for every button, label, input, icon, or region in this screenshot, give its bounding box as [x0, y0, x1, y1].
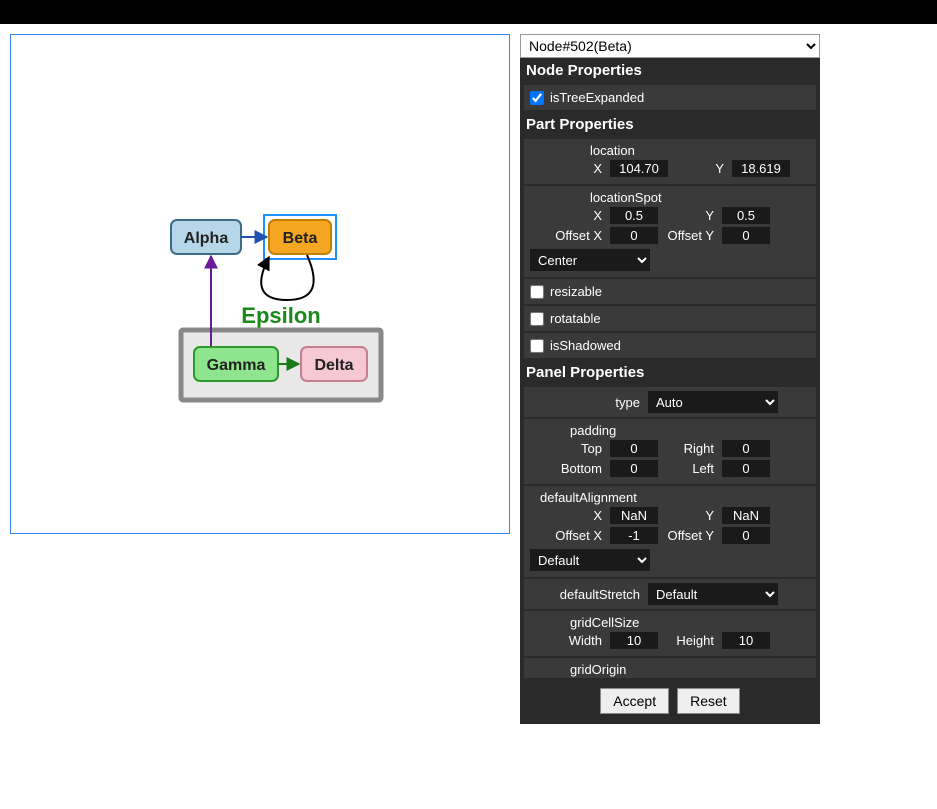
input-defalign-ox[interactable] — [610, 527, 658, 544]
checkbox-resizable[interactable] — [530, 285, 544, 299]
select-locspot-preset[interactable]: Center — [530, 249, 650, 271]
prop-locationSpot: locationSpot X Y Offset X Offset Y Cente… — [524, 186, 816, 277]
select-defaultStretch[interactable]: Default — [648, 583, 778, 605]
diagram-svg: Epsilon Alpha Beta Gamma Delta — [11, 35, 509, 533]
prop-panel-type: type Auto — [524, 387, 816, 417]
input-pad-right[interactable] — [722, 440, 770, 457]
prop-resizable[interactable]: resizable — [524, 279, 816, 304]
node-beta[interactable]: Beta — [264, 215, 336, 259]
select-defalign-preset[interactable]: Default — [530, 549, 650, 571]
button-bar: Accept Reset — [520, 678, 820, 724]
accept-button[interactable]: Accept — [600, 688, 669, 714]
inspector-scroll[interactable]: Node Properties isTreeExpanded Part Prop… — [520, 58, 820, 678]
prop-padding: padding Top Right Bottom Left — [524, 419, 816, 484]
select-panel-type[interactable]: Auto — [648, 391, 778, 413]
prop-defaultAlignment: defaultAlignment X Y Offset X Offset Y D… — [524, 486, 816, 577]
section-part-properties: Part Properties — [520, 112, 820, 137]
input-pad-bottom[interactable] — [610, 460, 658, 477]
node-delta[interactable]: Delta — [301, 347, 367, 381]
top-bar — [0, 0, 937, 24]
prop-isTreeExpanded[interactable]: isTreeExpanded — [524, 85, 816, 110]
input-gridcell-h[interactable] — [722, 632, 770, 649]
section-node-properties: Node Properties — [520, 58, 820, 83]
inspector-panel: Node#502(Beta) Node Properties isTreeExp… — [520, 34, 820, 724]
node-alpha[interactable]: Alpha — [171, 220, 241, 254]
input-defalign-y[interactable] — [722, 507, 770, 524]
node-selector[interactable]: Node#502(Beta) — [520, 34, 820, 58]
group-epsilon-label: Epsilon — [241, 303, 320, 328]
diagram-canvas[interactable]: Epsilon Alpha Beta Gamma Delta — [10, 34, 510, 534]
label-isTreeExpanded: isTreeExpanded — [550, 90, 644, 105]
input-locspot-oy[interactable] — [722, 227, 770, 244]
node-beta-label: Beta — [283, 230, 318, 247]
node-alpha-label: Alpha — [184, 230, 229, 247]
input-gridcell-w[interactable] — [610, 632, 658, 649]
prop-defaultStretch: defaultStretch Default — [524, 579, 816, 609]
label-locationSpot: locationSpot — [590, 190, 810, 205]
input-location-x[interactable] — [610, 160, 668, 177]
prop-rotatable[interactable]: rotatable — [524, 306, 816, 331]
link-beta-self[interactable] — [261, 255, 313, 300]
prop-gridCellSize: gridCellSize Width Height — [524, 611, 816, 656]
input-locspot-y[interactable] — [722, 207, 770, 224]
node-delta-label: Delta — [314, 357, 353, 374]
input-defalign-x[interactable] — [610, 507, 658, 524]
checkbox-isTreeExpanded[interactable] — [530, 91, 544, 105]
reset-button[interactable]: Reset — [677, 688, 740, 714]
node-gamma-label: Gamma — [207, 357, 266, 374]
input-defalign-oy[interactable] — [722, 527, 770, 544]
prop-gridOrigin: gridOrigin X Y — [524, 658, 816, 678]
input-pad-top[interactable] — [610, 440, 658, 457]
prop-isShadowed[interactable]: isShadowed — [524, 333, 816, 358]
checkbox-rotatable[interactable] — [530, 312, 544, 326]
node-gamma[interactable]: Gamma — [194, 347, 278, 381]
input-locspot-x[interactable] — [610, 207, 658, 224]
input-location-y[interactable] — [732, 160, 790, 177]
input-locspot-ox[interactable] — [610, 227, 658, 244]
checkbox-isShadowed[interactable] — [530, 339, 544, 353]
section-panel-properties: Panel Properties — [520, 360, 820, 385]
prop-location: location X Y — [524, 139, 816, 184]
label-location: location — [590, 143, 810, 158]
input-pad-left[interactable] — [722, 460, 770, 477]
